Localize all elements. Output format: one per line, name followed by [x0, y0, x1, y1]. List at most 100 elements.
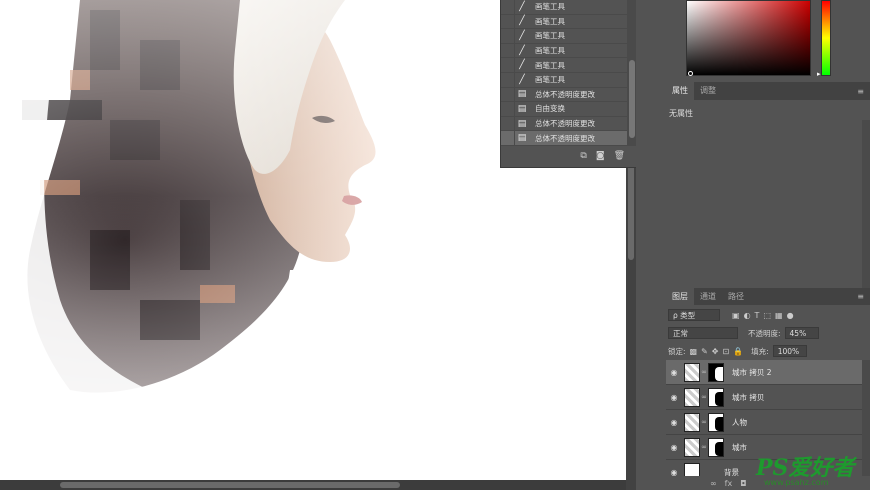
snapshot-checkbox[interactable] [501, 14, 515, 29]
brush-icon: ╱ [519, 60, 525, 71]
snapshot-checkbox[interactable] [501, 131, 515, 145]
layer-mask-thumbnail[interactable] [708, 362, 724, 382]
history-item-current[interactable]: ▤ 总体不透明度更改 [501, 131, 627, 146]
brush-icon: ╱ [519, 45, 525, 56]
filter-pixel-icon[interactable]: ▣ [732, 311, 740, 320]
color-picker-field[interactable] [686, 0, 811, 76]
right-dock: ▸ 属性 调整 ≡ 无属性 图层 通道 路径 ≡ ρ 类型 ▣ ◐ T ⬚ ▦ … [636, 0, 870, 490]
add-mask-icon[interactable]: ◘ [740, 479, 746, 488]
history-item[interactable]: ╱ 画笔工具 [501, 72, 627, 88]
history-item-label: 画笔工具 [535, 2, 565, 12]
snapshot-checkbox[interactable] [501, 0, 515, 14]
history-item-label: 总体不透明度更改 [535, 133, 595, 143]
eye-icon[interactable]: ◉ [666, 443, 682, 452]
new-document-from-state-icon[interactable]: ⧉ [580, 151, 586, 161]
snapshot-checkbox[interactable] [501, 72, 515, 87]
filter-shape-icon[interactable]: ⬚ [763, 311, 771, 320]
properties-tabs: 属性 调整 ≡ [666, 82, 870, 100]
layer-thumbnail[interactable] [684, 387, 700, 407]
history-item[interactable]: ▤ 总体不透明度更改 [501, 116, 627, 132]
history-item[interactable]: ▤ 自由变换 [501, 102, 627, 117]
history-item[interactable]: ╱ 画笔工具 [501, 58, 627, 73]
link-layers-icon[interactable]: ∞ [710, 479, 717, 488]
fill-input[interactable]: 100% [772, 345, 807, 357]
document-icon: ▤ [517, 133, 527, 144]
layers-tabs: 图层 通道 路径 ≡ [666, 287, 870, 306]
filter-toggle-icon[interactable]: ● [787, 311, 794, 320]
history-item-label: 画笔工具 [535, 60, 565, 70]
document-icon: ▤ [517, 89, 527, 100]
snapshot-checkbox[interactable] [501, 87, 515, 102]
canvas-horizontal-scrollbar[interactable] [0, 480, 626, 490]
panel-menu-icon[interactable]: ≡ [857, 87, 870, 96]
history-panel: ╱ 画笔工具 ╱ 画笔工具 ╱ 画笔工具 ╱ 画笔工具 ╱ 画笔工具 ╱ 画笔工具 ▤ 总体不… [500, 0, 637, 168]
scrollbar-thumb[interactable] [60, 482, 400, 488]
filter-adjustment-icon[interactable]: ◐ [744, 311, 751, 320]
camera-icon[interactable]: ◙ [596, 151, 605, 161]
blend-mode-select[interactable]: 正常 [668, 327, 738, 339]
snapshot-checkbox[interactable] [501, 116, 515, 131]
layer-thumbnail[interactable] [684, 362, 700, 382]
hue-slider[interactable] [821, 0, 831, 76]
properties-panel: 无属性 [666, 100, 870, 288]
link-icon[interactable]: ∞ [700, 393, 708, 401]
snapshot-checkbox[interactable] [501, 43, 515, 58]
opacity-input[interactable]: 45% [784, 327, 819, 339]
history-item[interactable]: ╱ 画笔工具 [501, 43, 627, 59]
layer-filter-select[interactable]: ρ 类型 [668, 309, 720, 321]
lock-image-icon[interactable]: ✎ [701, 347, 708, 356]
history-item[interactable]: ▤ 总体不透明度更改 [501, 87, 627, 103]
fill-label: 填充: [751, 346, 769, 356]
snapshot-checkbox[interactable] [501, 58, 515, 72]
photoshop-workspace: ╱ 画笔工具 ╱ 画笔工具 ╱ 画笔工具 ╱ 画笔工具 ╱ 画笔工具 ╱ 画笔工具 ▤ 总体不… [0, 0, 870, 490]
eye-icon[interactable]: ◉ [666, 418, 682, 427]
no-properties-label: 无属性 [669, 109, 693, 118]
tab-adjustments[interactable]: 调整 [694, 82, 722, 100]
layer-name[interactable]: 人物 [724, 417, 747, 428]
filter-smart-object-icon[interactable]: ▦ [775, 311, 783, 320]
panel-menu-icon[interactable]: ≡ [857, 292, 870, 301]
layer-mask-thumbnail[interactable] [708, 387, 724, 407]
lock-transparent-icon[interactable]: ▩ [690, 347, 698, 356]
history-item[interactable]: ╱ 画笔工具 [501, 14, 627, 30]
opacity-label: 不透明度: [748, 328, 781, 338]
tab-channels[interactable]: 通道 [694, 288, 722, 306]
document-icon: ▤ [517, 118, 527, 129]
trash-icon[interactable]: 🗑 [614, 151, 625, 161]
layer-row[interactable]: ◉ ∞ 人物 [666, 410, 862, 435]
history-item[interactable]: ╱ 画笔工具 [501, 0, 627, 15]
layer-name[interactable]: 城市 拷贝 [724, 392, 764, 403]
eye-icon[interactable]: ◉ [666, 368, 682, 377]
brush-icon: ╱ [519, 1, 525, 12]
lock-position-icon[interactable]: ✥ [712, 347, 719, 356]
link-icon[interactable]: ∞ [700, 418, 708, 426]
hue-slider-marker[interactable]: ▸ [817, 70, 821, 78]
lock-artboard-icon[interactable]: ⊡ [723, 347, 730, 356]
layer-name[interactable]: 城市 [724, 442, 747, 453]
layer-row[interactable]: ◉ ∞ 城市 拷贝 2 [666, 360, 862, 385]
tab-layers[interactable]: 图层 [666, 287, 694, 306]
history-item-label: 画笔工具 [535, 75, 565, 85]
link-icon[interactable]: ∞ [700, 443, 708, 451]
layer-thumbnail[interactable] [684, 412, 700, 432]
snapshot-checkbox[interactable] [501, 29, 515, 43]
link-icon[interactable]: ∞ [700, 368, 708, 376]
lock-all-icon[interactable]: 🔒 [733, 347, 743, 356]
snapshot-checkbox[interactable] [501, 102, 515, 116]
brush-icon: ╱ [519, 74, 525, 85]
watermark-url: www.psahz.com [764, 478, 829, 487]
filter-type-icon[interactable]: T [755, 311, 760, 320]
properties-scrollbar[interactable] [862, 120, 870, 288]
layer-style-icon[interactable]: fx [725, 479, 733, 488]
history-item[interactable]: ╱ 画笔工具 [501, 29, 627, 44]
tab-properties[interactable]: 属性 [666, 82, 694, 100]
layer-mask-thumbnail[interactable] [708, 437, 724, 457]
layer-name[interactable]: 城市 拷贝 2 [724, 367, 772, 378]
eye-icon[interactable]: ◉ [666, 393, 682, 402]
layer-row[interactable]: ◉ ∞ 城市 拷贝 [666, 385, 862, 410]
color-picker-marker[interactable] [688, 71, 693, 76]
tab-paths[interactable]: 路径 [722, 288, 750, 306]
scrollbar-thumb[interactable] [629, 60, 635, 138]
layer-mask-thumbnail[interactable] [708, 412, 724, 432]
layer-thumbnail[interactable] [684, 437, 700, 457]
